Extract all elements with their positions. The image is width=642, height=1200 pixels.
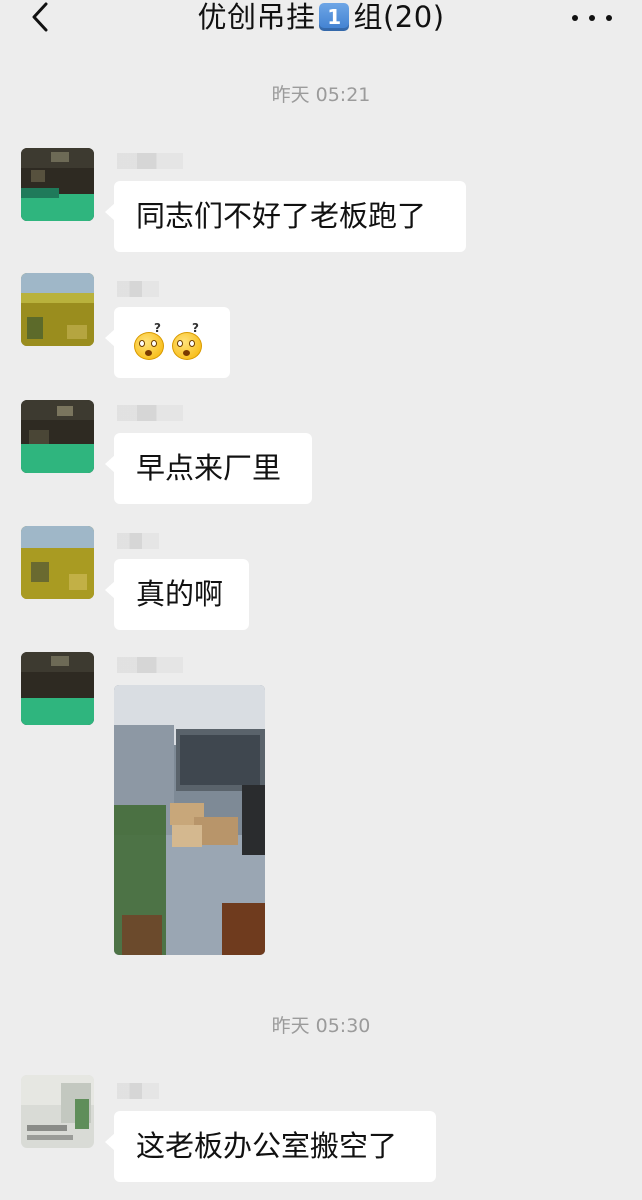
- timestamp: 昨天 05:30: [271, 1015, 371, 1037]
- chat-title: 优创吊挂 1 组(20): [0, 0, 642, 36]
- sender-name-blurred: [117, 281, 159, 297]
- message-text: 早点来厂里: [136, 451, 282, 485]
- more-dot: [589, 15, 595, 21]
- avatar[interactable]: [21, 652, 94, 725]
- sender-name-blurred: [117, 533, 159, 549]
- office-photo[interactable]: [114, 685, 265, 955]
- more-options-button[interactable]: [572, 6, 612, 30]
- avatar[interactable]: [21, 148, 94, 221]
- message-bubble[interactable]: ? ?: [105, 307, 230, 378]
- flushed-question-emoji: ?: [172, 322, 206, 360]
- message-text: 这老板办公室搬空了: [136, 1129, 398, 1163]
- flushed-question-emoji: ?: [134, 322, 168, 360]
- message-bubble[interactable]: 这老板办公室搬空了: [105, 1111, 436, 1182]
- more-dot: [606, 15, 612, 21]
- message-text: 真的啊: [136, 577, 224, 611]
- message-bubble[interactable]: 真的啊: [105, 559, 249, 630]
- message-bubble[interactable]: 同志们不好了老板跑了: [105, 181, 466, 252]
- sender-name-blurred: [117, 405, 183, 421]
- title-suffix: 组(20): [353, 0, 445, 34]
- title-prefix: 优创吊挂: [197, 0, 316, 34]
- sender-name-blurred: [117, 1083, 159, 1099]
- message-text: 同志们不好了老板跑了: [136, 199, 427, 233]
- chat-header: 优创吊挂 1 组(20): [0, 0, 642, 36]
- keycap-one-emoji: 1: [319, 3, 350, 31]
- avatar[interactable]: [21, 1075, 94, 1148]
- avatar[interactable]: [21, 400, 94, 473]
- sender-name-blurred: [117, 153, 183, 169]
- avatar[interactable]: [21, 273, 94, 346]
- avatar[interactable]: [21, 526, 94, 599]
- sender-name-blurred: [117, 657, 183, 673]
- message-bubble[interactable]: 早点来厂里: [105, 433, 312, 504]
- more-horizontal-icon: [572, 15, 578, 21]
- timestamp: 昨天 05:21: [271, 84, 371, 106]
